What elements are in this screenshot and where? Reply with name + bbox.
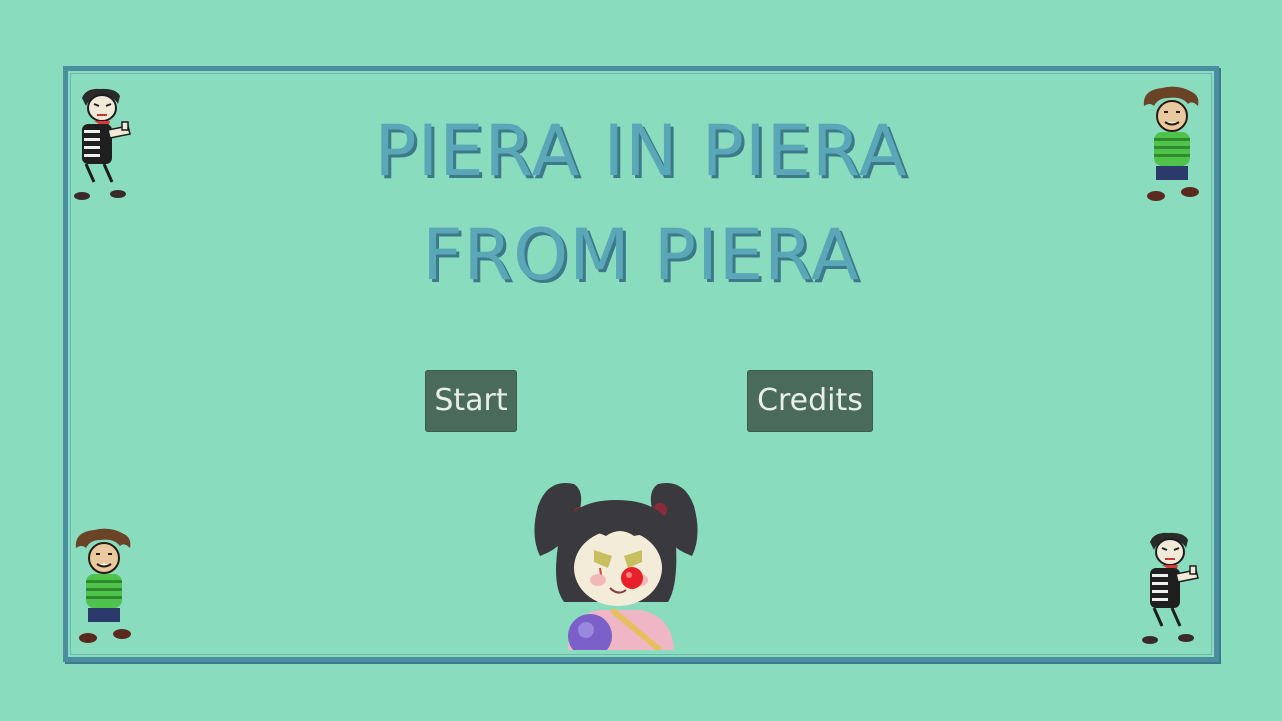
mime-character-bottom-right <box>1142 532 1199 644</box>
game-title-line-1: PIERA IN PIERA <box>374 110 908 192</box>
clown-girl-character <box>534 482 698 650</box>
boy-character-bottom-left <box>75 528 131 643</box>
credits-button[interactable]: Credits <box>747 370 873 432</box>
start-button[interactable]: Start <box>425 370 517 432</box>
game-title-line-2: FROM PIERA <box>422 214 860 296</box>
boy-character-top-right <box>1143 86 1199 201</box>
title-screen: PIERA IN PIERA FROM PIERA Start Credits <box>0 0 1282 721</box>
mime-character-top-left <box>74 88 131 200</box>
